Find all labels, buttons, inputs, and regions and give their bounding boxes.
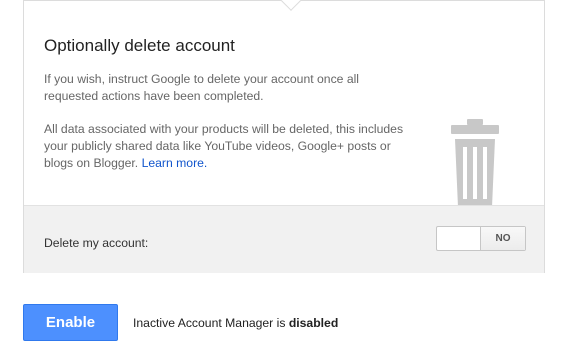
data-deletion-text: All data associated with your products w… xyxy=(44,122,404,170)
learn-more-link[interactable]: Learn more. xyxy=(142,156,208,170)
status-prefix: Inactive Account Manager is xyxy=(133,316,286,330)
status-text: Inactive Account Manager is disabled xyxy=(133,316,338,330)
data-deletion-notice: All data associated with your products w… xyxy=(44,121,404,172)
enable-button[interactable]: Enable xyxy=(23,304,118,341)
section-title: Optionally delete account xyxy=(44,36,235,55)
delete-account-card: Optionally delete account If you wish, i… xyxy=(23,0,545,273)
toggle-state-label: NO xyxy=(480,227,525,250)
delete-account-toggle[interactable]: NO xyxy=(436,226,526,251)
status-value: disabled xyxy=(288,316,339,330)
delete-account-label: Delete my account: xyxy=(44,236,149,250)
trash-can-icon xyxy=(451,119,499,207)
card-pointer xyxy=(281,0,301,11)
delete-account-panel: Delete my account: NO xyxy=(24,205,544,273)
instruction-text: If you wish, instruct Google to delete y… xyxy=(44,72,360,103)
